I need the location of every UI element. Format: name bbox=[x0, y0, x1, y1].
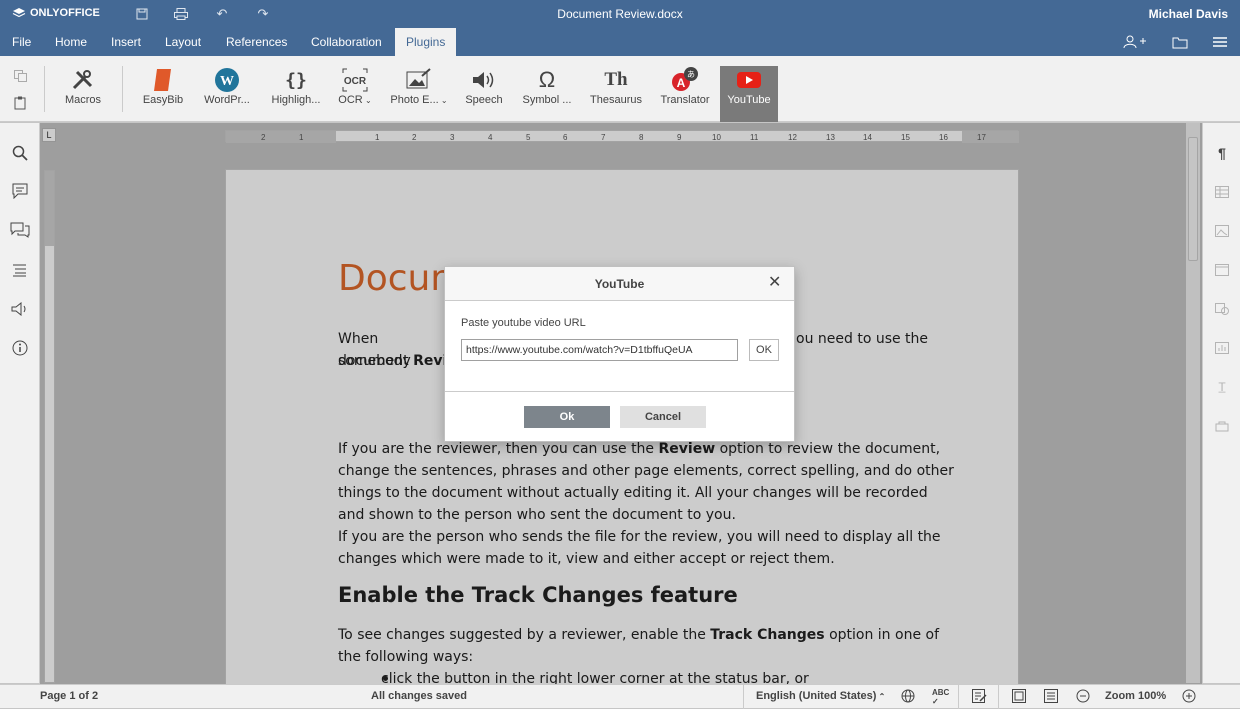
feedback-speaker-icon[interactable] bbox=[9, 298, 31, 320]
fit-page-icon[interactable] bbox=[1012, 689, 1026, 706]
url-ok-button[interactable]: OK bbox=[749, 339, 779, 361]
chat-icon[interactable] bbox=[9, 219, 31, 241]
language-selector[interactable]: English (United States) ⌃ bbox=[756, 690, 885, 702]
photo-editor-button[interactable]: Photo E... ⌄ bbox=[387, 66, 451, 118]
signature-icon[interactable] bbox=[1211, 415, 1233, 437]
youtube-url-input[interactable] bbox=[461, 339, 738, 361]
user-name[interactable]: Michael Davis bbox=[1149, 7, 1228, 21]
speech-label: Speech bbox=[465, 94, 503, 106]
right-sidebar: ¶ T̲ bbox=[1202, 123, 1240, 683]
svg-text:W: W bbox=[220, 74, 234, 89]
chart-settings-icon[interactable] bbox=[1211, 337, 1233, 359]
speech-button[interactable]: Speech bbox=[463, 66, 505, 118]
svg-text:A: A bbox=[677, 76, 686, 90]
tab-insert[interactable]: Insert bbox=[102, 28, 150, 56]
braces-icon: {} bbox=[285, 69, 307, 91]
add-user-icon[interactable] bbox=[1122, 34, 1148, 50]
photo-editor-label: Photo E... bbox=[390, 94, 439, 106]
page-counter[interactable]: Page 1 of 2 bbox=[40, 690, 98, 702]
wordpress-button[interactable]: W WordPr... bbox=[201, 66, 253, 118]
comments-icon[interactable] bbox=[9, 180, 31, 202]
dialog-title: YouTube bbox=[445, 267, 794, 301]
omega-icon: Ω bbox=[538, 67, 556, 92]
thesaurus-label: Thesaurus bbox=[590, 94, 642, 106]
zoom-in-icon[interactable] bbox=[1182, 689, 1196, 706]
status-bar: Page 1 of 2 All changes saved English (U… bbox=[0, 684, 1240, 709]
wordpress-label: WordPr... bbox=[204, 94, 250, 106]
ocr-icon: OCR bbox=[342, 68, 368, 92]
tab-home[interactable]: Home bbox=[46, 28, 96, 56]
easybib-button[interactable]: EasyBib bbox=[141, 66, 185, 118]
tab-collaboration[interactable]: Collaboration bbox=[302, 28, 391, 56]
menu-bar: File Home Insert Layout References Colla… bbox=[0, 28, 1240, 56]
ocr-button[interactable]: OCR OCR ⌄ bbox=[337, 66, 373, 118]
document-title: Document Review.docx bbox=[557, 7, 683, 21]
tab-plugins[interactable]: Plugins bbox=[395, 28, 457, 56]
svg-text:あ: あ bbox=[687, 70, 695, 79]
youtube-label: YouTube bbox=[727, 94, 771, 106]
menu-icon[interactable] bbox=[1209, 34, 1231, 50]
tab-references[interactable]: References bbox=[217, 28, 296, 56]
header-footer-icon[interactable] bbox=[1211, 259, 1233, 281]
translator-label: Translator bbox=[660, 94, 710, 106]
paste-icon[interactable] bbox=[14, 96, 28, 113]
highlight-code-button[interactable]: {} Highligh... bbox=[268, 66, 324, 118]
youtube-dialog: YouTube ✕ Paste youtube video URL OK Ok … bbox=[444, 266, 795, 442]
macros-icon bbox=[72, 70, 93, 90]
fit-width-icon[interactable] bbox=[1044, 689, 1058, 706]
cancel-button[interactable]: Cancel bbox=[620, 406, 706, 428]
spellcheck-icon[interactable]: ABC ✓ bbox=[932, 688, 949, 706]
open-location-icon[interactable] bbox=[1169, 34, 1191, 50]
close-icon[interactable]: ✕ bbox=[768, 275, 784, 291]
language-label: English (United States) bbox=[756, 690, 877, 702]
highlight-code-label: Highligh... bbox=[271, 94, 321, 106]
thesaurus-icon: Th bbox=[604, 69, 628, 90]
svg-text:OCR: OCR bbox=[344, 76, 367, 87]
navigation-icon[interactable] bbox=[9, 259, 31, 281]
zoom-level[interactable]: Zoom 100% bbox=[1105, 690, 1166, 702]
easybib-label: EasyBib bbox=[142, 94, 184, 106]
easybib-icon bbox=[154, 69, 171, 91]
paragraph-settings-icon[interactable]: ¶ bbox=[1211, 142, 1233, 164]
globe-icon[interactable] bbox=[901, 689, 915, 706]
photo-editor-icon bbox=[406, 68, 431, 89]
ocr-label: OCR bbox=[338, 94, 363, 106]
zoom-out-icon[interactable] bbox=[1076, 689, 1090, 706]
table-settings-icon[interactable] bbox=[1211, 181, 1233, 203]
tab-file[interactable]: File bbox=[3, 28, 40, 56]
tab-layout[interactable]: Layout bbox=[156, 28, 210, 56]
translator-button[interactable]: Aあ Translator bbox=[658, 66, 712, 118]
chevron-down-icon: ⌄ bbox=[362, 96, 372, 105]
chevron-up-icon: ⌃ bbox=[876, 692, 886, 701]
macros-button[interactable]: Macros bbox=[62, 66, 104, 118]
youtube-icon bbox=[737, 72, 761, 88]
plugins-toolbar: Macros EasyBib W WordPr... {} Highligh..… bbox=[0, 56, 1240, 122]
translator-icon: Aあ bbox=[672, 67, 698, 91]
track-changes-icon[interactable] bbox=[972, 689, 987, 706]
copy-icon[interactable] bbox=[14, 70, 28, 85]
title-bar: ONLYOFFICE ↶ ↷ Document Review.docx Mich… bbox=[0, 0, 1240, 28]
wordpress-icon: W bbox=[215, 68, 239, 92]
youtube-button[interactable]: YouTube bbox=[720, 66, 778, 122]
search-icon[interactable] bbox=[9, 142, 31, 164]
thesaurus-button[interactable]: Th Thesaurus bbox=[588, 66, 644, 118]
about-info-icon[interactable] bbox=[9, 337, 31, 359]
shape-settings-icon[interactable] bbox=[1211, 298, 1233, 320]
symbol-table-label: Symbol ... bbox=[522, 94, 572, 106]
left-sidebar bbox=[0, 123, 40, 683]
image-settings-icon[interactable] bbox=[1211, 220, 1233, 242]
chevron-down-icon: ⌄ bbox=[438, 96, 448, 105]
url-label: Paste youtube video URL bbox=[461, 317, 586, 329]
save-status: All changes saved bbox=[371, 690, 467, 702]
ok-button[interactable]: Ok bbox=[524, 406, 610, 428]
text-art-icon[interactable]: T̲ bbox=[1211, 376, 1233, 398]
speaker-icon bbox=[473, 72, 494, 88]
macros-label: Macros bbox=[64, 94, 102, 106]
symbol-table-button[interactable]: Ω Symbol ... bbox=[519, 66, 575, 118]
